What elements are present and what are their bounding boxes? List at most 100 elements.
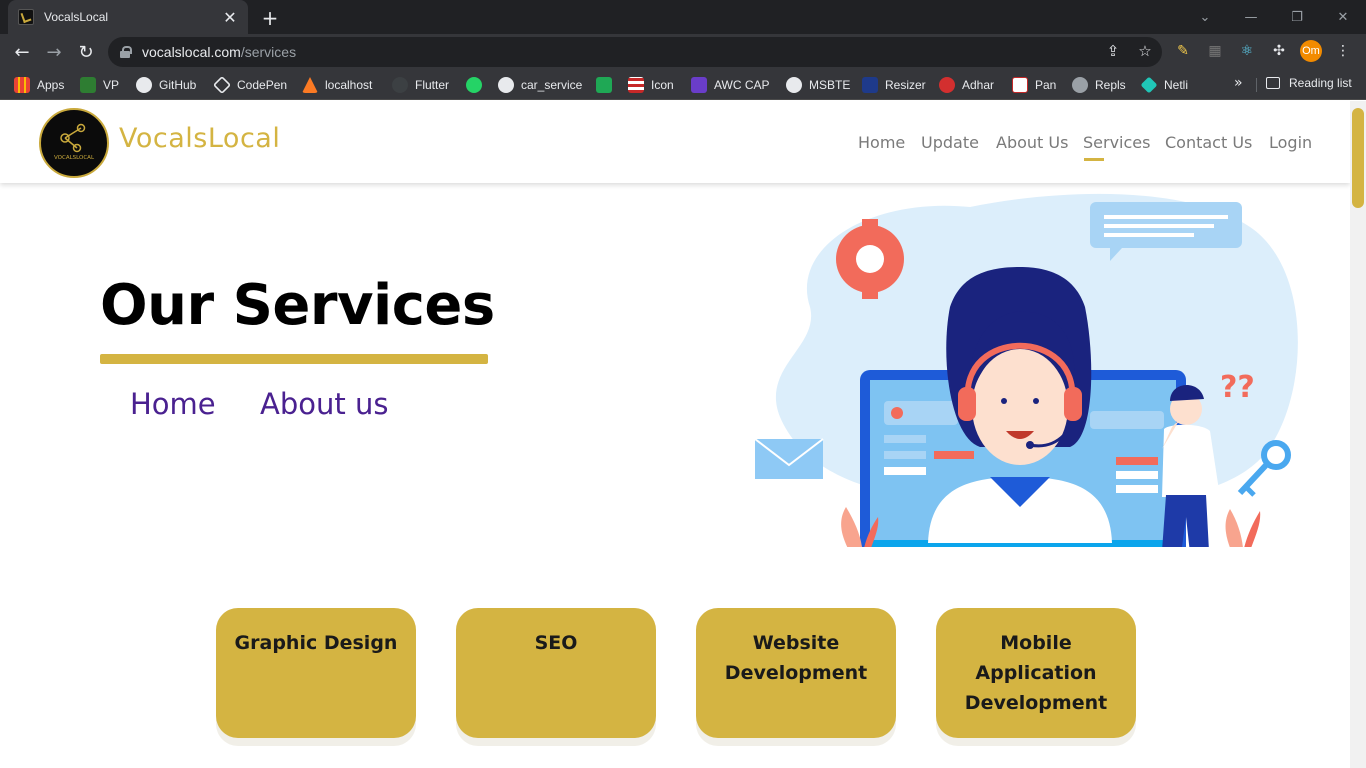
msbte-icon [786,77,802,93]
new-tab-button[interactable]: + [258,6,282,30]
close-tab-icon[interactable]: ✕ [222,8,238,27]
page-scrollbar-thumb[interactable] [1352,108,1364,208]
minimize-button[interactable]: — [1228,0,1274,34]
bookmark-label: Adhar [962,78,995,92]
pen-extension-icon[interactable]: ✎ [1172,40,1194,62]
share-icon[interactable]: ⇪ [1104,42,1122,60]
bookmark-pan[interactable]: Pan [1012,76,1056,94]
nav-contact-us[interactable]: Contact Us [1165,133,1252,152]
bookmark-codepen[interactable]: CodePen [212,75,288,95]
bookmark-apps[interactable]: Apps [14,76,64,94]
bookmark-label: localhost [325,78,373,92]
service-card-graphic-design[interactable]: Graphic Design [216,608,416,738]
codepen-icon [212,75,232,95]
svg-text:?: ? [792,506,819,547]
replit-icon [1072,77,1088,93]
bookmark-label: Flutter [415,78,450,92]
close-window-button[interactable]: ✕ [1320,0,1366,34]
bookmark-label: Netli [1164,78,1189,92]
green-app-icon [596,77,612,93]
forward-button[interactable]: → [42,40,66,64]
bookmark-localhost[interactable]: localhost [302,76,372,94]
bookmark-label: Icon [651,78,674,92]
breadcrumb-home-link[interactable]: Home [130,387,216,421]
nav-services[interactable]: Services [1083,133,1150,161]
bookmark-label: GitHub [159,78,197,92]
icon-grid-icon [628,77,644,93]
reading-list-icon [1266,77,1280,89]
service-card-seo[interactable]: SEO [456,608,656,738]
nav-about-us[interactable]: About Us [996,133,1068,152]
svg-text:??: ?? [1220,370,1255,405]
tab-search-icon[interactable]: ⌄ [1182,0,1228,34]
browser-titlebar: VocalsLocal ✕ + ⌄ — ❐ ✕ [0,0,1366,34]
bookmark-awc-cap[interactable]: AWC CAP [691,76,770,94]
aadhaar-icon [939,77,955,93]
tab-title: VocalsLocal [44,10,109,24]
react-devtools-icon[interactable]: ⚛ [1236,40,1258,62]
window-controls: ⌄ — ❐ ✕ [1182,0,1366,34]
url-host: vocalslocal.com [142,44,241,60]
extensions-puzzle-icon[interactable]: ✣ [1268,40,1290,62]
lock-icon[interactable] [120,46,132,58]
service-card-website-development[interactable]: Website Development [696,608,896,738]
bookmark-icon[interactable]: Icon [628,76,674,94]
title-underline [100,354,488,364]
customer-support-illustration: ? ?? [754,193,1298,547]
reload-button[interactable]: ↻ [74,40,98,64]
bookmark-star-icon[interactable]: ☆ [1136,42,1154,60]
menu-kebab-icon[interactable]: ⋮ [1332,40,1354,62]
bookmark-adhar[interactable]: Adhar [939,76,994,94]
xampp-icon [302,77,318,93]
bookmark-repls[interactable]: Repls [1072,76,1126,94]
github-icon [498,77,514,93]
whatsapp-icon [466,77,482,93]
bookmark-label: Repls [1095,78,1126,92]
bookmark-car-service[interactable]: car_service [498,76,582,94]
site-header: VOCALSLOCAL VocalsLocal Home Update Abou… [0,101,1350,183]
bookmark-whatsapp[interactable] [466,76,489,94]
bookmark-label: CodePen [237,78,288,92]
service-card-mobile-app-development[interactable]: Mobile Application Development [936,608,1136,738]
more-bookmarks-button[interactable]: » [1234,75,1243,91]
reading-list-label: Reading list [1289,76,1352,90]
bookmark-github[interactable]: GitHub [136,76,196,94]
reading-list-button[interactable]: Reading list [1266,76,1352,90]
bookmark-label: car_service [521,78,583,92]
apps-grid-icon [14,77,30,93]
back-button[interactable]: ← [10,40,34,64]
bookmark-label: Pan [1035,78,1057,92]
bookmark-vp[interactable]: VP [80,76,119,94]
bookmark-label: AWC CAP [714,78,770,92]
page-title: Our Services [100,273,495,338]
vp-icon [80,77,96,93]
bookmark-flutter[interactable]: Flutter [392,76,449,94]
nav-update[interactable]: Update [921,133,979,152]
service-title: Mobile Application Development [964,632,1108,714]
resizer-icon [862,77,878,93]
restore-button[interactable]: ❐ [1274,0,1320,34]
bookmark-green-app[interactable] [596,76,619,94]
bookmark-label: VP [103,78,120,92]
nav-home[interactable]: Home [858,133,905,152]
breadcrumb-about-link[interactable]: About us [260,387,388,421]
bookmark-label: MSBTE [809,78,851,92]
nav-login[interactable]: Login [1269,133,1312,152]
bookmark-netlify[interactable]: Netli [1140,76,1189,94]
bookmarks-separator [1256,78,1257,92]
browser-tab[interactable]: VocalsLocal ✕ [8,0,248,34]
address-bar[interactable]: vocalslocal.com/services ⇪ ☆ [108,37,1162,67]
bookmark-label: Resizer [885,78,926,92]
bookmark-resizer[interactable]: Resizer [862,76,926,94]
pan-icon [1012,77,1028,93]
grid-extension-icon[interactable]: ▦ [1204,40,1226,62]
service-title: Graphic Design [234,632,398,654]
extensions-area: ✎ ▦ ⚛ ✣ Om ⋮ [1172,40,1354,62]
bookmark-msbte[interactable]: MSBTE [786,76,850,94]
bookmark-label: Apps [37,78,65,92]
profile-avatar[interactable]: Om [1300,40,1322,62]
web-page: VOCALSLOCAL VocalsLocal Home Update Abou… [0,101,1350,768]
flutter-icon [392,77,408,93]
url-path: /services [240,44,297,60]
netlify-icon [1140,76,1158,94]
